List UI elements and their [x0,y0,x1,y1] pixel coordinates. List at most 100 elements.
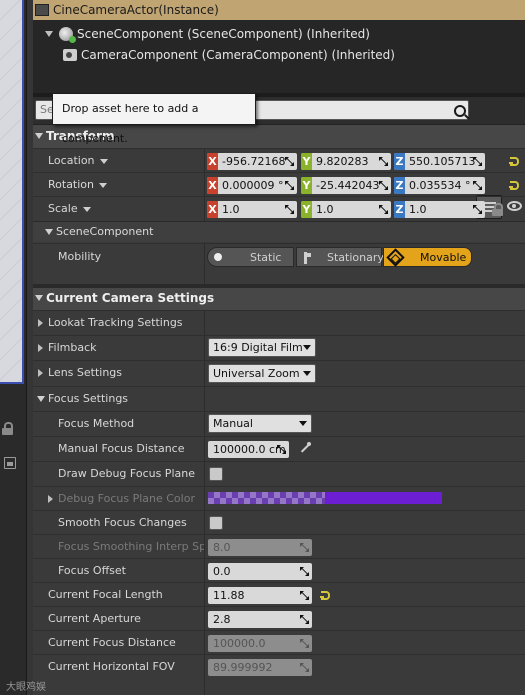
filmback-label: Filmback [48,341,97,354]
filmback-dropdown[interactable]: 16:9 Digital Film [208,338,316,357]
section-current-camera-settings[interactable]: Current Camera Settings [33,284,525,311]
tree-item-label: CameraComponent (CameraComponent) (Inher… [81,48,395,62]
chevron-down-icon [99,182,108,188]
scene-component-icon [59,27,76,43]
expand-arrow-icon [35,295,43,301]
lock-icon[interactable] [492,203,503,216]
static-icon [214,253,222,261]
row-filmback[interactable]: Filmback 16:9 Digital Film [33,335,525,359]
draw-debug-focus-plane-label: Draw Debug Focus Plane [58,467,195,480]
spinner-icon [300,663,309,672]
focus-offset-label: Focus Offset [58,564,126,577]
left-toolbar-strip [0,0,27,695]
expand-arrow-icon[interactable] [37,396,45,402]
chevron-right-icon[interactable] [38,344,43,352]
component-tree: CineCameraActor(Instance) SceneComponent… [33,0,525,93]
focus-method-dropdown[interactable]: Manual [208,414,312,433]
spinner-icon [285,205,294,214]
spinner-icon [473,205,482,214]
current-aperture-field[interactable]: 2.8 [208,611,312,628]
tree-item-scene-component[interactable]: SceneComponent (SceneComponent) (Inherit… [45,24,370,44]
focus-settings-label: Focus Settings [48,392,129,405]
row-current-focus-distance: Current Focus Distance 100000.0 [33,630,525,654]
lens-settings-dropdown[interactable]: Universal Zoom [208,364,316,383]
mobility-stationary-button[interactable]: Stationary [296,247,384,267]
chevron-down-icon [303,371,311,376]
debug-focus-plane-color-label: Debug Focus Plane Color [58,492,195,505]
smooth-focus-changes-checkbox[interactable] [209,516,223,530]
reset-to-default-icon[interactable] [509,180,519,190]
tree-item-root[interactable]: CineCameraActor(Instance) [33,0,525,20]
row-scale: Scale X 1.0 Y 1.0 Z 1.0 [33,196,525,220]
location-z-field[interactable]: Z 550.105713 [394,153,485,170]
rotation-label[interactable]: Rotation [48,173,204,197]
location-y-field[interactable]: Y 9.820283 [301,153,391,170]
draw-debug-focus-plane-checkbox[interactable] [209,467,223,481]
mobility-movable-button[interactable]: Movable [383,247,472,267]
chevron-down-icon [99,158,108,164]
expand-arrow-icon[interactable] [45,31,53,37]
chevron-right-icon[interactable] [48,495,53,503]
stationary-icon [304,252,311,264]
rotation-y-field[interactable]: Y -25.442043 [301,177,391,194]
scale-label[interactable]: Scale [48,197,204,221]
reset-to-default-icon[interactable] [509,156,519,166]
viewport-edge[interactable] [0,0,24,384]
scale-x-field[interactable]: X 1.0 [207,201,297,218]
current-horizontal-fov-label: Current Horizontal FOV [48,660,175,673]
rotation-z-field[interactable]: Z 0.035534 ° [394,177,485,194]
mobility-static-button[interactable]: Static [207,247,294,267]
spinner-icon [300,615,309,624]
save-icon[interactable] [4,457,16,469]
manual-focus-distance-label: Manual Focus Distance [58,442,185,455]
scale-y-field[interactable]: Y 1.0 [301,201,391,218]
debug-focus-plane-color-swatch[interactable] [208,492,442,504]
spinner-icon [300,567,309,576]
reset-to-default-icon[interactable] [320,590,330,600]
scale-z-field[interactable]: Z 1.0 [394,201,485,218]
current-focus-distance-field: 100000.0 [208,635,312,652]
focus-method-label: Focus Method [58,417,135,430]
row-focus-method: Focus Method Manual [33,411,525,435]
current-focal-length-field[interactable]: 11.88 [208,587,312,604]
spinner-icon [300,543,309,552]
row-current-aperture: Current Aperture 2.8 [33,606,525,630]
search-icon[interactable] [454,105,466,117]
row-manual-focus-distance: Manual Focus Distance 100000.0 cm [33,436,525,460]
movable-icon [386,248,405,267]
lookat-label: Lookat Tracking Settings [48,316,183,329]
spinner-icon [379,157,388,166]
manual-focus-distance-field[interactable]: 100000.0 cm [208,441,289,458]
location-x-field[interactable]: X -956.72168 [207,153,297,170]
current-aperture-label: Current Aperture [48,612,141,625]
chevron-down-icon [303,345,311,350]
spinner-icon [285,157,294,166]
focus-offset-field[interactable]: 0.0 [208,563,312,580]
row-lens-settings[interactable]: Lens Settings Universal Zoom [33,360,525,384]
expand-arrow-icon [35,133,43,139]
focus-smoothing-interp-speed-label: Focus Smoothing Interp Spee [58,540,204,553]
tooltip: Drop asset here to add a component. [52,93,256,145]
chevron-down-icon [82,206,91,212]
details-panel: CineCameraActor(Instance) SceneComponent… [33,0,525,695]
row-draw-debug-focus-plane: Draw Debug Focus Plane [33,461,525,485]
chevron-right-icon[interactable] [38,319,43,327]
row-lookat[interactable]: Lookat Tracking Settings [33,310,525,334]
section-scene-component[interactable]: SceneComponent [33,221,525,242]
spinner-icon [473,181,482,190]
eyedropper-icon[interactable] [299,442,311,454]
row-focus-settings[interactable]: Focus Settings [33,386,525,410]
tree-item-camera-component[interactable]: CameraComponent (CameraComponent) (Inher… [63,45,395,65]
tree-item-label: CineCameraActor(Instance) [53,3,219,17]
lens-settings-label: Lens Settings [48,366,123,379]
row-focus-offset: Focus Offset 0.0 [33,558,525,582]
chevron-right-icon[interactable] [38,369,43,377]
focus-smoothing-interp-speed-field: 8.0 [208,539,312,556]
rotation-x-field[interactable]: X 0.000009 ° [207,177,297,194]
spinner-icon [300,591,309,600]
row-current-focal-length: Current Focal Length 11.88 [33,582,525,606]
lock-icon[interactable] [2,422,16,436]
spinner-icon [277,445,286,454]
actor-icon [35,4,49,16]
spinner-icon [473,157,482,166]
